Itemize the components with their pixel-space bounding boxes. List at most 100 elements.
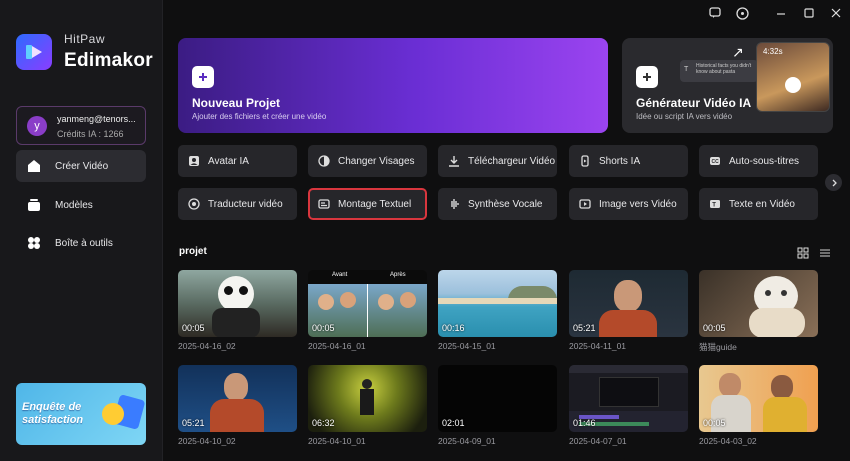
project-duration: 06:32 (312, 418, 335, 428)
tool-face-swap[interactable]: Changer Visages (308, 145, 427, 177)
voice-icon (448, 198, 460, 210)
project-name: 2025-04-16_02 (178, 341, 236, 351)
generator-subtitle: Idée ou script IA vers vidéo (636, 112, 733, 121)
new-project-subtitle: Ajouter des fichiers et créer une vidéo (192, 112, 327, 121)
project-name: 2025-04-11_01 (569, 341, 627, 351)
help-icon[interactable] (735, 6, 749, 20)
subtitles-icon: CC (709, 155, 721, 167)
new-project-card[interactable]: Nouveau Projet Ajouter des fichiers et c… (178, 38, 608, 133)
edimakor-logo (16, 34, 52, 70)
sidebar-item-label: Créer Vidéo (55, 160, 109, 172)
tool-label: Shorts IA (599, 155, 641, 167)
tool-label: Montage Textuel (338, 198, 412, 210)
maximize-icon[interactable] (802, 6, 816, 20)
templates-icon (26, 197, 42, 213)
scroll-right-button[interactable] (825, 174, 842, 191)
svg-text:CC: CC (712, 159, 720, 165)
project-duration: 05:21 (182, 418, 205, 428)
close-icon[interactable] (829, 6, 843, 20)
project-thumbnail[interactable]: 00:05 (699, 270, 818, 337)
project-name: 2025-04-10_01 (308, 436, 366, 446)
preview-time: 4:32s (763, 47, 783, 56)
project-duration: 02:01 (442, 418, 465, 428)
project-thumbnail[interactable]: Avant Après 00:05 (308, 270, 427, 337)
list-view-icon[interactable] (819, 246, 831, 258)
feedback-icon[interactable] (708, 6, 722, 20)
tool-label: Changer Visages (338, 155, 415, 167)
project-duration: 05:21 (573, 323, 596, 333)
tool-label: Image vers Vidéo (599, 198, 677, 210)
project-name: 2025-04-09_01 (438, 436, 496, 446)
tool-label: Téléchargeur Vidéo (468, 155, 556, 167)
prompt-text: Historical facts you didn't know about p… (696, 63, 752, 75)
project-thumbnail[interactable]: 00:16 (438, 270, 557, 337)
translate-icon (188, 198, 200, 210)
project-thumbnail[interactable]: 05:21 (569, 270, 688, 337)
sidebar-item-toolbox[interactable]: Boîte à outils (16, 227, 146, 259)
plus-icon (192, 66, 214, 88)
project-thumbnail[interactable]: 00:05 (178, 270, 297, 337)
minimize-icon[interactable] (774, 6, 788, 20)
project-thumbnail[interactable]: 05:21 (178, 365, 297, 432)
survey-banner[interactable]: Enquête de satisfaction (16, 383, 146, 445)
avatar: y (27, 116, 47, 136)
ai-video-generator-card[interactable]: T Historical facts you didn't know about… (622, 38, 833, 133)
tool-label: Avatar IA (208, 155, 249, 167)
brand-bottom: Edimakor (64, 50, 153, 71)
project-duration: 00:16 (442, 323, 465, 333)
project-name: 2025-04-07_01 (569, 436, 627, 446)
project-thumbnail[interactable]: 01:46 (569, 365, 688, 432)
tool-image-to-video[interactable]: Image vers Vidéo (569, 188, 688, 220)
tool-label: Synthèse Vocale (468, 198, 543, 210)
project-name: 猫猫guide (699, 342, 737, 352)
image-video-icon (579, 198, 591, 210)
grid-view-icon[interactable] (797, 246, 809, 259)
tool-auto-subtitles[interactable]: CC Auto-sous-titres (699, 145, 818, 177)
emoji-icon (102, 403, 124, 425)
text-video-icon: T (709, 198, 721, 210)
sidebar: HitPaw Edimakor y yanmeng@tenors... Créd… (0, 0, 163, 461)
text-edit-icon (318, 198, 330, 210)
project-name: 2025-04-10_02 (178, 436, 236, 446)
project-thumbnail[interactable]: 02:01 (438, 365, 557, 432)
project-name: 2025-04-16_01 (308, 341, 366, 351)
survey-text: Enquête de satisfaction (22, 401, 84, 426)
sidebar-item-label: Modèles (55, 199, 93, 211)
project-duration: 00:05 (703, 418, 726, 428)
account-credits: Crédits IA : 1266 (57, 129, 124, 139)
brand-top: HitPaw (64, 32, 106, 46)
tool-label: Auto-sous-titres (729, 155, 800, 167)
project-duration: 00:05 (703, 323, 726, 333)
projects-title: projet (179, 246, 207, 257)
tool-video-translator[interactable]: Traducteur vidéo (178, 188, 297, 220)
sidebar-item-label: Boîte à outils (55, 237, 113, 249)
tool-text-to-video[interactable]: T Texte en Vidéo (699, 188, 818, 220)
shorts-icon (579, 155, 591, 167)
project-thumbnail[interactable]: 00:05 (699, 365, 818, 432)
tool-speech-synthesis[interactable]: Synthèse Vocale (438, 188, 557, 220)
home-icon (26, 158, 42, 174)
new-project-title: Nouveau Projet (192, 96, 281, 110)
sidebar-item-templates[interactable]: Modèles (16, 189, 146, 221)
generator-title: Générateur Vidéo IA (636, 96, 752, 110)
text-icon: T (684, 66, 689, 73)
tool-video-downloader[interactable]: Téléchargeur Vidéo (438, 145, 557, 177)
account-panel[interactable]: y yanmeng@tenors... Crédits IA : 1266 (16, 106, 146, 145)
tool-shorts-ia[interactable]: Shorts IA (569, 145, 688, 177)
sidebar-item-create-video[interactable]: Créer Vidéo (16, 150, 146, 182)
tool-text-editing[interactable]: Montage Textuel (308, 188, 427, 220)
avatar-icon (188, 155, 200, 167)
project-name: 2025-04-03_02 (699, 436, 757, 446)
svg-text:T: T (712, 202, 716, 208)
project-name: 2025-04-15_01 (438, 341, 496, 351)
after-label: Après (390, 272, 406, 278)
project-thumbnail[interactable]: 06:32 (308, 365, 427, 432)
tool-label: Texte en Vidéo (729, 198, 795, 210)
tool-avatar-ia[interactable]: Avatar IA (178, 145, 297, 177)
play-icon (785, 77, 801, 93)
tool-label: Traducteur vidéo (208, 198, 283, 210)
generator-preview-image: 4:32s (756, 42, 830, 112)
chevron-right-icon (832, 179, 837, 186)
toolbox-icon (26, 235, 42, 251)
project-duration: 01:46 (573, 418, 596, 428)
